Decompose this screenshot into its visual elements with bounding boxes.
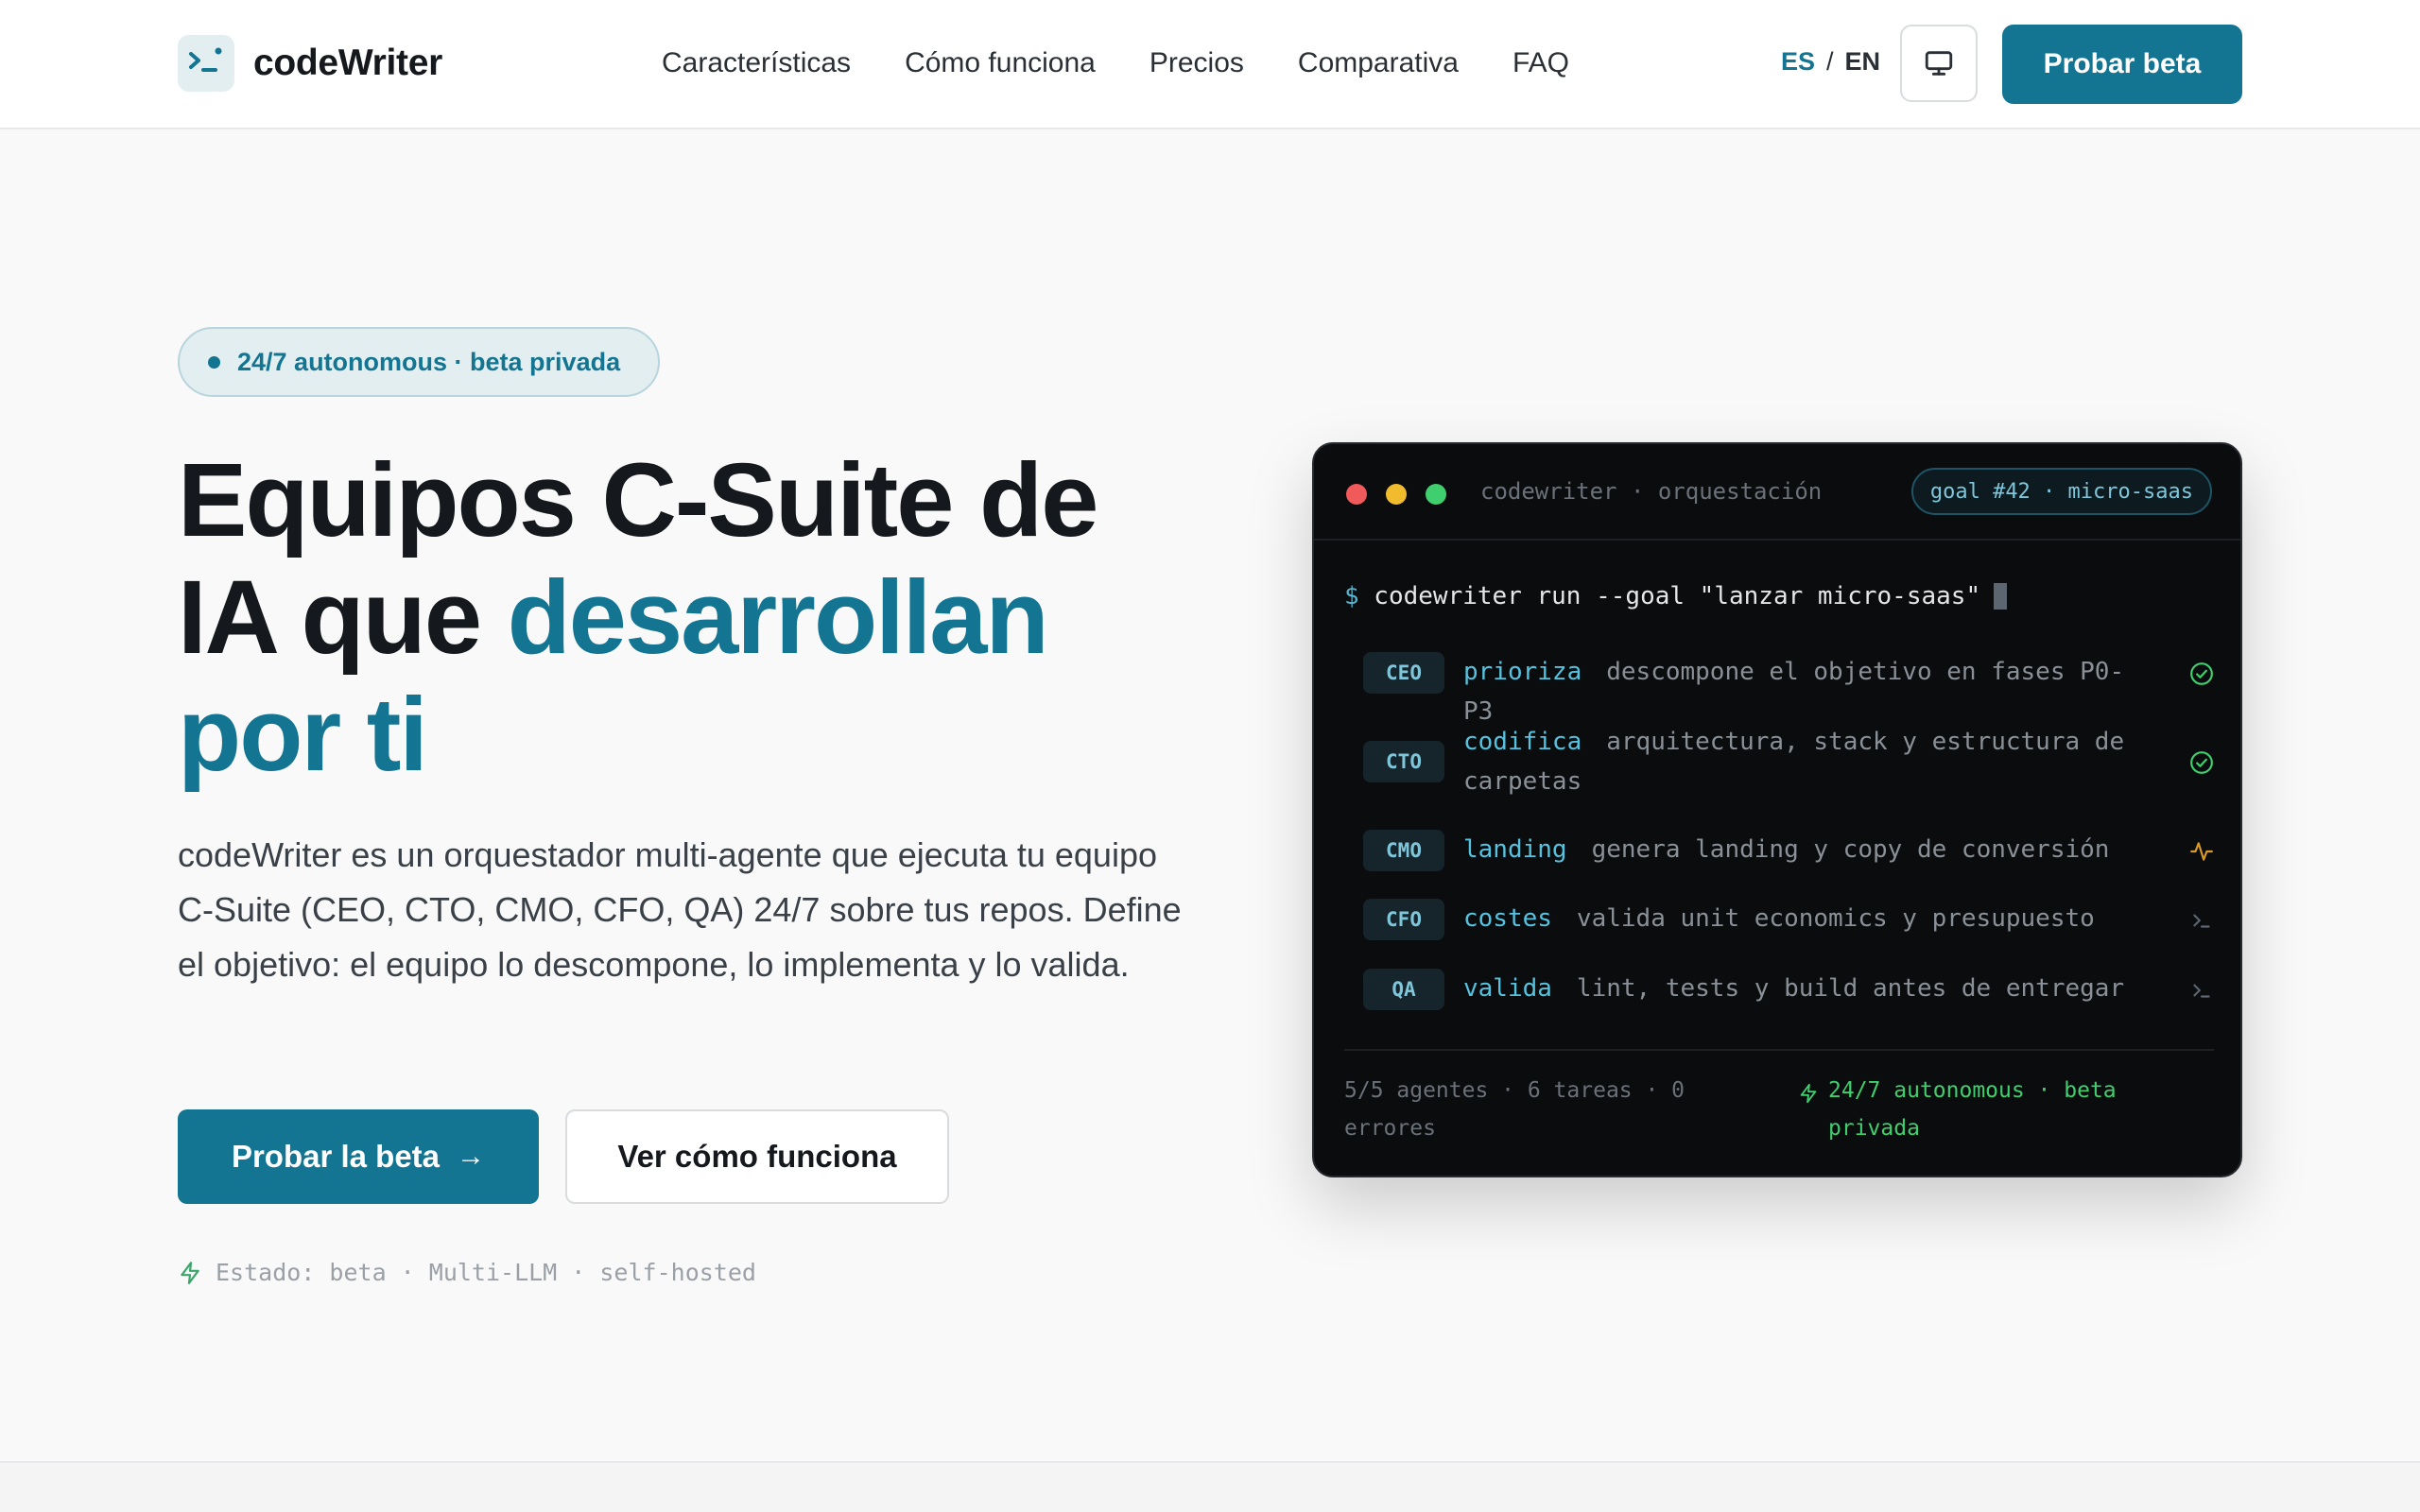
window-maximize-dot — [1426, 484, 1446, 505]
lang-separator: / — [1826, 47, 1834, 76]
agent-row-text: valida lint, tests y build antes de entre… — [1463, 969, 2136, 1010]
goal-badge: goal #42 · micro-saas — [1910, 468, 2212, 515]
activity-icon — [2190, 842, 2213, 861]
terminal-prompt-icon — [2193, 914, 2210, 928]
hero-description: codeWriter es un orquestador multi-agent… — [178, 835, 1182, 984]
nav-link-precios[interactable]: Precios — [1150, 47, 1244, 79]
next-section-edge — [0, 1461, 2420, 1512]
status-line-text: Estado: beta · Multi-LLM · self-hosted — [216, 1259, 756, 1286]
terminal-stats: 5/5 agentes · 6 tareas · 0 errores — [1344, 1078, 1685, 1141]
try-beta-label: Probar la beta — [231, 1139, 441, 1174]
agent-desc: genera landing y copy de conversión — [1591, 835, 2110, 864]
agent-desc: lint, tests y build antes de entregar — [1576, 974, 2125, 1003]
status-pill: 24/7 autonomous · beta privada — [178, 327, 660, 397]
window-close-dot — [1346, 484, 1367, 505]
lightning-icon — [1800, 1083, 1817, 1104]
terminal-divider — [1344, 1049, 2214, 1051]
brand-name: codeWriter — [253, 43, 442, 83]
agent-row-text: costes valida unit economics y presupuest… — [1463, 899, 2136, 940]
prompt-symbol: $ — [1344, 582, 1359, 610]
lightning-icon — [181, 1261, 199, 1284]
terminal-window: codewriter · orquestación goal #42 · mic… — [1312, 442, 2242, 1177]
agent-action: valida — [1463, 974, 1552, 1003]
how-it-works-button[interactable]: Ver cómo funciona — [565, 1109, 949, 1204]
nav-link-como-funciona[interactable]: Cómo funciona — [905, 47, 1096, 79]
check-circle-icon — [2190, 751, 2213, 774]
top-navbar: codeWriter Características Cómo funciona… — [0, 0, 2420, 129]
terminal-title: codewriter · orquestación — [1480, 478, 1823, 505]
agent-row-cmo: CMO landing genera landing y copy de conv… — [1363, 830, 2214, 871]
terminal-prompt-icon — [2193, 984, 2210, 998]
lang-en-link[interactable]: EN — [1845, 47, 1881, 77]
agent-row-text: prioriza descompone el objetivo en fases … — [1463, 652, 2136, 731]
terminal-command-line: $ codewriter run --goal "lanzar micro-sa… — [1344, 582, 2008, 610]
status-line: Estado: beta · Multi-LLM · self-hosted — [178, 1259, 756, 1286]
terminal-prompt-icon — [178, 35, 234, 92]
role-tag: QA — [1363, 969, 1444, 1010]
role-tag: CFO — [1363, 899, 1444, 940]
status-dot-icon — [208, 355, 220, 369]
agent-action: costes — [1463, 904, 1552, 933]
language-switcher: ES / EN — [1781, 47, 1880, 77]
header-cta-button[interactable]: Probar beta — [2002, 25, 2242, 104]
agent-row-text: landing genera landing y copy de conversi… — [1463, 830, 2136, 871]
terminal-header: codewriter · orquestación goal #42 · mic… — [1314, 444, 2240, 541]
main-nav: Características Cómo funciona Precios Co… — [662, 42, 1623, 85]
command-text: codewriter run --goal "lanzar micro-saas… — [1358, 582, 1981, 610]
agent-action: landing — [1463, 835, 1567, 864]
role-tag: CTO — [1363, 741, 1444, 782]
hero-title: Equipos C-Suite de IA que desarrollan po… — [178, 442, 1218, 794]
terminal-mode-text: 24/7 autonomous · beta privada — [1828, 1078, 2117, 1141]
agent-action: prioriza — [1463, 658, 1582, 686]
agent-row-qa: QA valida lint, tests y build antes de en… — [1363, 969, 2214, 1010]
terminal-mode: 24/7 autonomous · beta privada — [1798, 1072, 2176, 1147]
agent-action: codifica — [1463, 728, 1582, 756]
nav-link-caracteristicas[interactable]: Características — [662, 47, 851, 79]
role-tag: CEO — [1363, 652, 1444, 694]
arrow-right-icon: → — [457, 1141, 486, 1172]
cursor-block — [1994, 583, 2008, 610]
nav-link-faq[interactable]: FAQ — [1512, 47, 1569, 79]
theme-toggle-button[interactable] — [1900, 25, 1978, 102]
check-circle-icon — [2190, 662, 2213, 685]
monitor-icon — [1925, 51, 1953, 76]
role-tag: CMO — [1363, 830, 1444, 871]
window-minimize-dot — [1386, 484, 1407, 505]
agent-row-cto: CTO codifica arquitectura, stack y estruc… — [1363, 722, 2214, 801]
agent-desc: valida unit economics y presupuesto — [1576, 904, 2095, 933]
lang-es-link[interactable]: ES — [1781, 47, 1815, 77]
brand-logo-link[interactable]: codeWriter — [178, 34, 442, 93]
status-pill-label: 24/7 autonomous · beta privada — [237, 347, 621, 376]
agent-row-text: codifica arquitectura, stack y estructura… — [1463, 722, 2136, 801]
nav-link-comparativa[interactable]: Comparativa — [1298, 47, 1459, 79]
agent-row-cfo: CFO costes valida unit economics y presup… — [1363, 899, 2214, 940]
try-beta-button[interactable]: Probar la beta → — [178, 1109, 539, 1204]
agent-row-ceo: CEO prioriza descompone el objetivo en fa… — [1363, 652, 2214, 731]
